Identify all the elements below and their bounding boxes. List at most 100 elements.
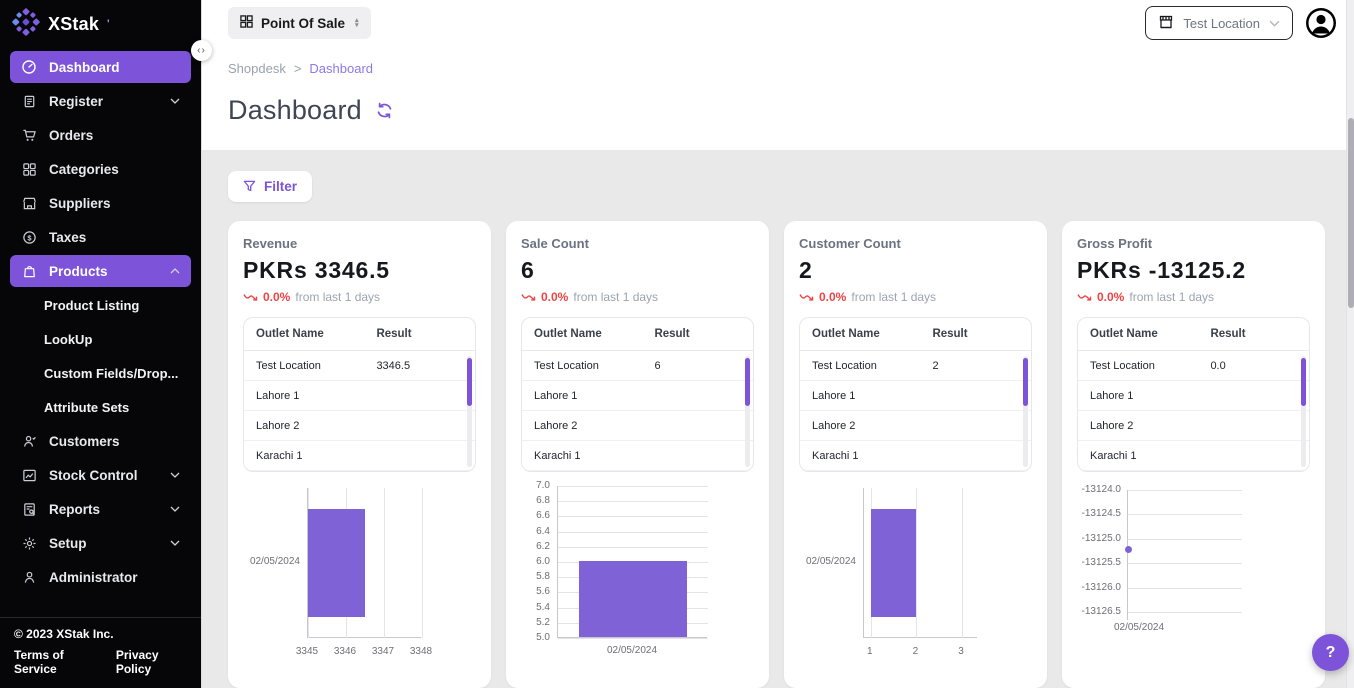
main-area: ‹› Point Of Sale ▴▾ Test Location Shopde… bbox=[201, 0, 1354, 688]
trend-suffix: from last 1 days bbox=[295, 290, 380, 304]
sidebar-item-lookup[interactable]: LookUp bbox=[10, 323, 191, 355]
table-row: Lahore 2 bbox=[1078, 411, 1309, 441]
sidebar-item-dashboard[interactable]: Dashboard bbox=[10, 51, 191, 83]
module-label: Point Of Sale bbox=[261, 16, 345, 31]
terms-of-service-link[interactable]: Terms of Service bbox=[14, 648, 98, 676]
filter-button[interactable]: Filter bbox=[228, 171, 312, 202]
location-label: Test Location bbox=[1183, 16, 1260, 31]
y-tick-label: -13124.5 bbox=[1077, 508, 1121, 519]
chevron-down-icon bbox=[170, 540, 180, 546]
breadcrumb-separator: > bbox=[294, 61, 302, 76]
sale-count-card: Sale Count 6 0.0% from last 1 days Outle… bbox=[506, 221, 769, 688]
sidebar-footer: © 2023 XStak Inc. Terms of Service Priva… bbox=[0, 617, 201, 688]
sidebar-item-stock-control[interactable]: Stock Control bbox=[10, 459, 191, 491]
sidebar-item-products[interactable]: Products bbox=[10, 255, 191, 287]
grid-line bbox=[558, 532, 708, 533]
card-title: Revenue bbox=[243, 236, 476, 251]
sidebar-item-administrator[interactable]: Administrator bbox=[10, 561, 191, 593]
grid-line bbox=[1128, 588, 1242, 589]
breadcrumb-root[interactable]: Shopdesk bbox=[228, 61, 286, 76]
table-row: Test Location3346.5 bbox=[244, 351, 475, 381]
module-switcher-button[interactable]: Point Of Sale ▴▾ bbox=[228, 7, 371, 39]
sidebar-item-attribute-sets[interactable]: Attribute Sets bbox=[10, 391, 191, 423]
logo[interactable]: XStak' bbox=[0, 0, 201, 44]
trend-percent: 0.0% bbox=[819, 290, 846, 304]
sidebar-item-reports[interactable]: Reports bbox=[10, 493, 191, 525]
grid-line bbox=[916, 488, 917, 638]
sidebar-item-product-listing[interactable]: Product Listing bbox=[10, 289, 191, 321]
sidebar-item-orders[interactable]: Orders bbox=[10, 119, 191, 151]
table-row: Karachi 1 bbox=[800, 441, 1031, 471]
x-tick-label: 3347 bbox=[363, 646, 403, 657]
card-value: PKRs 3346.5 bbox=[243, 257, 476, 284]
outlet-results-table: Outlet NameResult Test Location6 Lahore … bbox=[521, 317, 754, 472]
grid-line bbox=[1128, 539, 1242, 540]
y-tick-label: 6.6 bbox=[521, 510, 550, 521]
scrollbar-thumb[interactable] bbox=[1301, 358, 1306, 406]
y-tick-label: 7.0 bbox=[521, 480, 550, 491]
table-scrollbar[interactable] bbox=[745, 356, 750, 467]
card-value: 6 bbox=[521, 257, 754, 284]
scrollbar-thumb[interactable] bbox=[1023, 358, 1028, 406]
table-scrollbar[interactable] bbox=[1301, 356, 1306, 467]
y-tick-label: 5.2 bbox=[521, 617, 550, 628]
dollar-circle-icon: $ bbox=[21, 229, 37, 245]
sidebar-nav: Dashboard Register Orders Categories Sup… bbox=[0, 49, 201, 595]
card-title: Customer Count bbox=[799, 236, 1032, 251]
x-tick-label: 3345 bbox=[287, 646, 327, 657]
person-icon bbox=[21, 433, 37, 449]
sidebar-item-customers[interactable]: Customers bbox=[10, 425, 191, 457]
y-tick-label: 6.8 bbox=[521, 495, 550, 506]
sidebar-item-suppliers[interactable]: Suppliers bbox=[10, 187, 191, 219]
module-grid-icon bbox=[240, 15, 253, 31]
trend-suffix: from last 1 days bbox=[851, 290, 936, 304]
sidebar-item-register[interactable]: Register bbox=[10, 85, 191, 117]
outlet-results-table: Outlet NameResult Test Location0.0 Lahor… bbox=[1077, 317, 1310, 472]
table-row: Lahore 2 bbox=[522, 411, 753, 441]
gross-profit-card: Gross Profit PKRs -13125.2 0.0% from las… bbox=[1062, 221, 1325, 688]
help-button[interactable]: ? bbox=[1312, 634, 1349, 671]
storefront-icon bbox=[1158, 14, 1174, 33]
sidebar-item-custom-fields[interactable]: Custom Fields/Drop... bbox=[10, 357, 191, 389]
grid-line bbox=[962, 488, 963, 638]
x-category-label: 02/05/2024 bbox=[557, 645, 707, 656]
grid-line bbox=[1128, 514, 1242, 515]
y-tick-label: 6.2 bbox=[521, 541, 550, 552]
table-scrollbar[interactable] bbox=[1023, 356, 1028, 467]
x-tick-label: 2 bbox=[895, 646, 935, 657]
chevron-up-icon bbox=[170, 268, 180, 274]
scrollbar-thumb[interactable] bbox=[1348, 118, 1354, 308]
trend-down-icon bbox=[521, 292, 536, 302]
avatar-person-icon bbox=[1306, 8, 1336, 38]
sidebar-collapse-toggle[interactable]: ‹› bbox=[191, 40, 212, 61]
trend-down-icon bbox=[243, 292, 258, 302]
sidebar-item-label: Taxes bbox=[49, 230, 86, 245]
sidebar-item-label: LookUp bbox=[44, 332, 92, 347]
page-scrollbar[interactable] bbox=[1346, 0, 1354, 688]
privacy-policy-link[interactable]: Privacy Policy bbox=[116, 648, 187, 676]
sidebar-item-label: Register bbox=[49, 94, 103, 109]
table-scrollbar[interactable] bbox=[467, 356, 472, 467]
refresh-icon[interactable] bbox=[376, 102, 393, 119]
grid-line bbox=[558, 638, 708, 639]
outlet-results-table: Outlet NameResult Test Location2 Lahore … bbox=[799, 317, 1032, 472]
grid-line bbox=[1128, 563, 1242, 564]
sidebar-item-label: Dashboard bbox=[49, 60, 120, 75]
scrollbar-thumb[interactable] bbox=[745, 358, 750, 406]
grid-line bbox=[558, 486, 708, 487]
cart-icon bbox=[21, 127, 37, 143]
y-category-label: 02/05/2024 bbox=[799, 556, 856, 567]
sidebar-item-categories[interactable]: Categories bbox=[10, 153, 191, 185]
revenue-card: Revenue PKRs 3346.5 0.0% from last 1 day… bbox=[228, 221, 491, 688]
sidebar-item-taxes[interactable]: $ Taxes bbox=[10, 221, 191, 253]
column-header: Outlet Name bbox=[256, 328, 376, 340]
sidebar-item-label: Custom Fields/Drop... bbox=[44, 366, 178, 381]
sidebar-item-label: Administrator bbox=[49, 570, 138, 585]
sidebar-item-setup[interactable]: Setup bbox=[10, 527, 191, 559]
trend-percent: 0.0% bbox=[541, 290, 568, 304]
user-avatar[interactable] bbox=[1306, 8, 1336, 38]
chevron-down-icon bbox=[170, 98, 180, 104]
scrollbar-thumb[interactable] bbox=[467, 358, 472, 406]
page-header: Point Of Sale ▴▾ Test Location Shopdesk … bbox=[202, 0, 1354, 150]
location-select[interactable]: Test Location bbox=[1145, 6, 1293, 40]
